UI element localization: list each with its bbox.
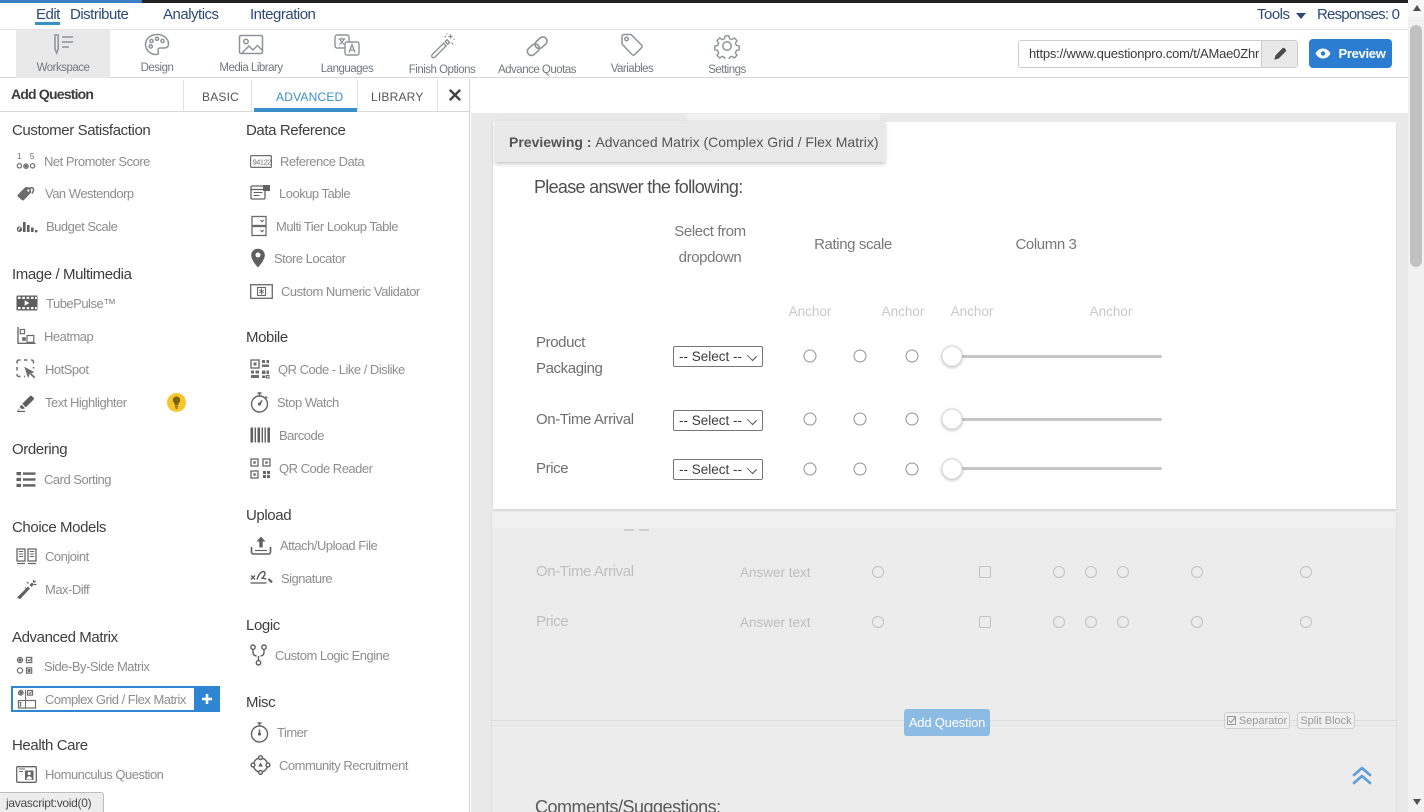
svg-text:1: 1 — [17, 151, 22, 161]
svg-text:5: 5 — [30, 151, 35, 161]
svg-text:94122: 94122 — [253, 157, 272, 166]
